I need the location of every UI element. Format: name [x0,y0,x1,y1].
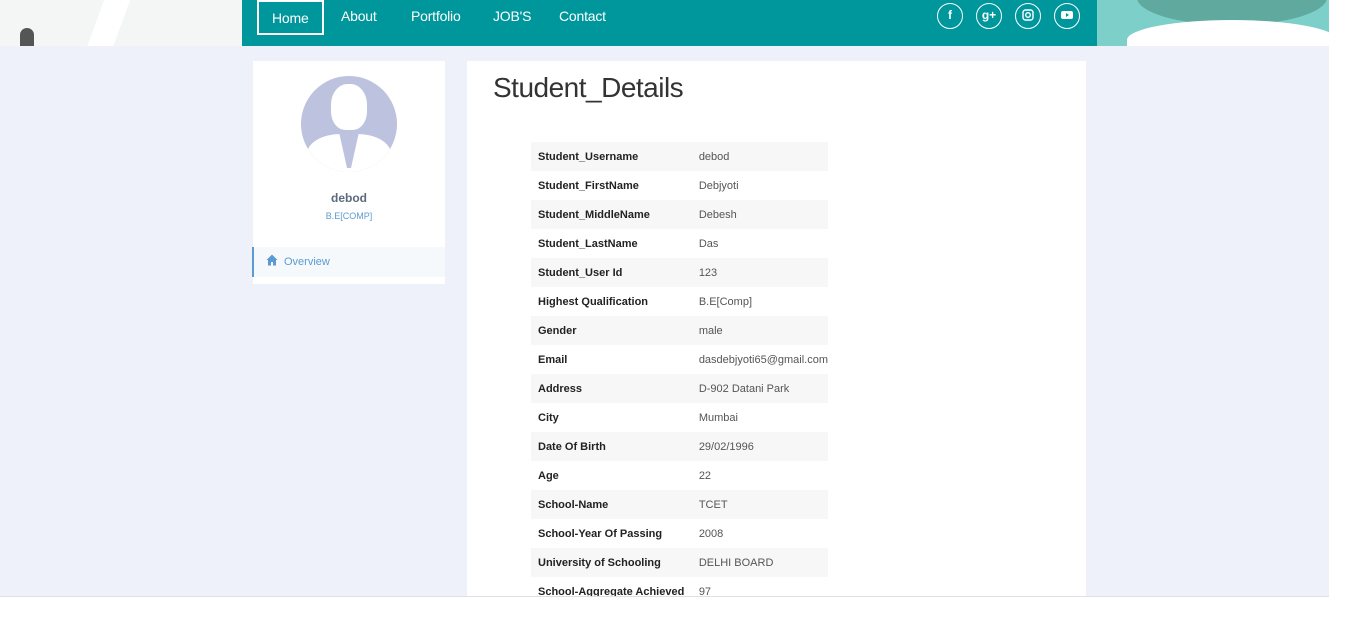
profile-sidebar: debod B.E[COMP] Overview [252,61,445,284]
table-row: School-Year Of Passing 2008 [531,519,828,548]
field-value: 22 [698,469,712,482]
field-value: Debesh [698,208,737,221]
instagram-glyph [1022,9,1034,21]
profile-name: debod [331,191,367,205]
field-value: dasdebjyoti65@gmail.com [698,353,828,366]
field-label: Age [538,469,559,482]
field-value: TCET [698,498,728,511]
background-decoration-left [0,0,242,46]
table-row: Date Of Birth 29/02/1996 [531,432,828,461]
field-label: Highest Qualification [538,295,649,308]
profile-qualification: B.E[COMP] [325,211,373,221]
nav-contact[interactable]: Contact [559,0,606,35]
table-row: Email dasdebjyoti65@gmail.com [531,345,828,374]
field-value: 97 [698,585,712,597]
table-row: School-Name TCET [531,490,828,519]
youtube-icon[interactable] [1054,3,1080,29]
home-icon [266,254,278,266]
field-value: Das [698,237,719,250]
top-navbar: Home About Portfolio JOB'S Contact f g+ [242,0,1097,46]
table-row: Student_LastName Das [531,229,828,258]
table-row: Student_FirstName Debjyoti [531,171,828,200]
field-value: D-902 Datani Park [698,382,790,395]
field-value: male [698,324,723,337]
field-label: School-Name [538,498,609,511]
field-label: Student_MiddleName [538,208,650,221]
page-title: Student_Details [493,72,684,103]
background-blob [1127,20,1329,46]
field-label: Email [538,353,568,366]
background-figure [20,28,34,46]
background-decoration-right [1097,0,1329,46]
field-label: Address [538,382,583,395]
field-value: B.E[Comp] [698,295,752,308]
field-value: DELHI BOARD [698,556,774,569]
nav-portfolio[interactable]: Portfolio [411,0,461,35]
field-label: School-Aggregate Achieved [538,585,685,597]
field-label: Student_User Id [538,266,623,279]
student-details-panel: Student_Details Student_Username debod Stu… [467,61,1086,597]
field-value: 2008 [698,527,724,540]
field-label: Student_Username [538,150,639,163]
field-label: Student_LastName [538,237,638,250]
sidebar-item-label: Overview [284,256,330,268]
table-row: Highest Qualification B.E[Comp] [531,287,828,316]
student-details-table: Student_Username debod Student_FirstName De… [531,142,828,597]
table-row: Student_Username debod [531,142,828,171]
field-value: Mumbai [698,411,738,424]
table-row: Student_User Id 123 [531,258,828,287]
background-stripe [82,0,134,46]
nav-about[interactable]: About [341,0,377,35]
table-row: Address D-902 Datani Park [531,374,828,403]
field-label: Gender [538,324,577,337]
field-value: debod [698,150,730,163]
table-row: School-Aggregate Achieved 97 [531,577,828,597]
nav-jobs[interactable]: JOB'S [493,0,531,35]
table-row: University of Schooling DELHI BOARD [531,548,828,577]
instagram-icon[interactable] [1015,3,1041,29]
field-label: University of Schooling [538,556,661,569]
page-viewport: Home About Portfolio JOB'S Contact f g+ … [0,0,1329,597]
field-value: 29/02/1996 [698,440,754,453]
field-label: School-Year Of Passing [538,527,663,540]
field-value: Debjyoti [698,179,739,192]
table-row: Gender male [531,316,828,345]
google-plus-icon[interactable]: g+ [976,3,1002,29]
sidebar-item-overview[interactable]: Overview [252,247,445,277]
youtube-glyph [1061,11,1073,19]
table-row: Student_MiddleName Debesh [531,200,828,229]
nav-home[interactable]: Home [257,0,324,35]
table-row: City Mumbai [531,403,828,432]
field-label: Student_FirstName [538,179,639,192]
field-label: Date Of Birth [538,440,606,453]
avatar-head [331,84,367,130]
field-value: 123 [698,266,718,279]
avatar [301,76,397,172]
table-row: Age 22 [531,461,828,490]
field-label: City [538,411,559,424]
facebook-icon[interactable]: f [937,3,963,29]
